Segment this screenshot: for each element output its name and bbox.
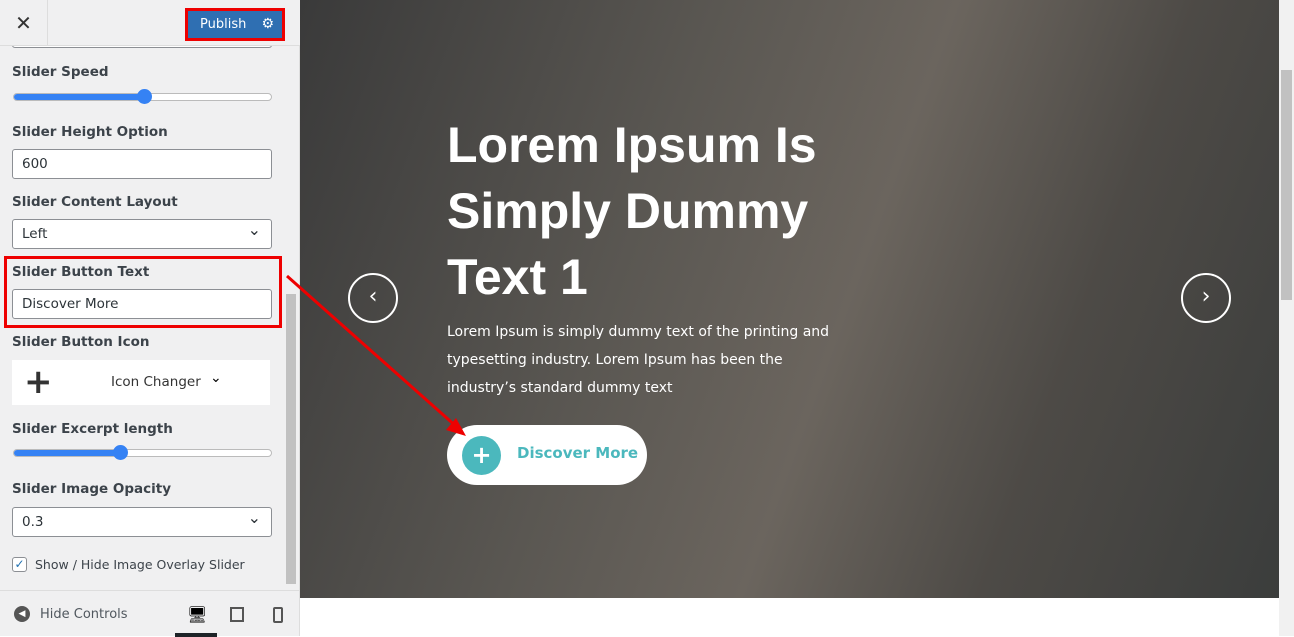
preview-scrollbar-thumb[interactable] (1281, 70, 1292, 300)
annotation-arrow (286, 274, 466, 436)
